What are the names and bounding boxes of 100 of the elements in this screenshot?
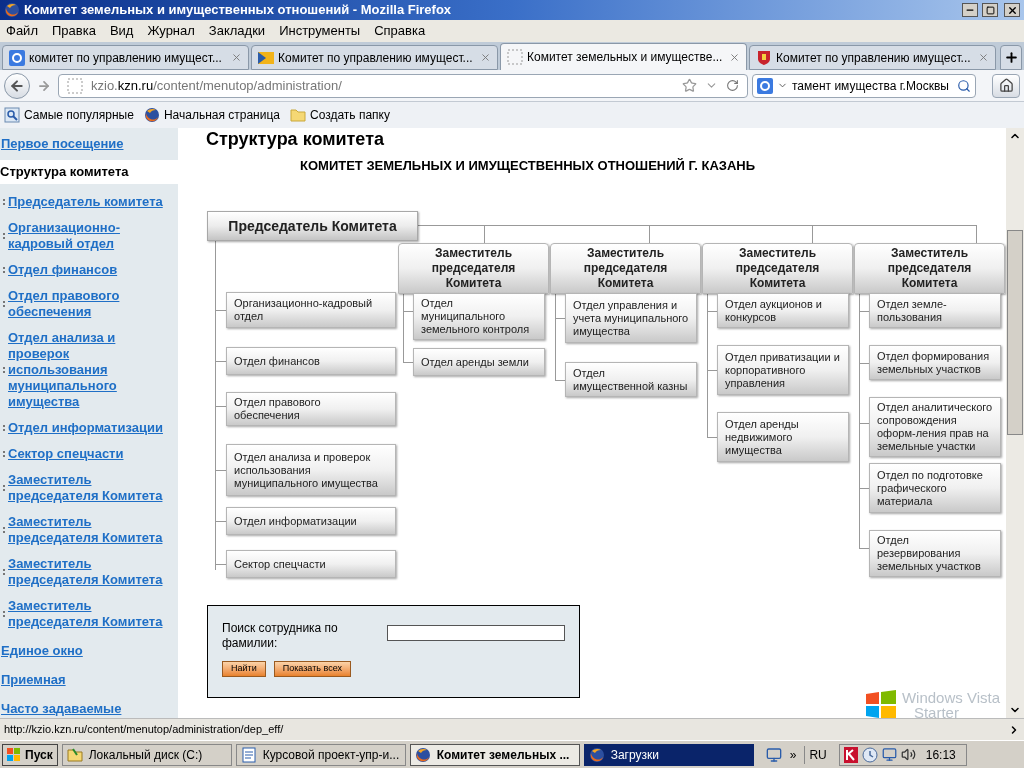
menu-item[interactable]: Справка xyxy=(374,21,426,41)
status-text: http://kzio.kzn.ru/content/menutop/administration/dep_eff/ xyxy=(3,722,285,738)
clock-icon[interactable] xyxy=(861,746,878,763)
browser-tab[interactable]: комитет по управлению имущест... xyxy=(2,45,249,70)
forward-arrow-icon xyxy=(37,78,51,93)
department-box: Отдел финансов xyxy=(226,347,396,375)
reload-icon[interactable] xyxy=(726,79,739,92)
search-button[interactable]: Показать всех xyxy=(273,661,351,677)
sidebar-link[interactable]: Заместитель председателя Комитета xyxy=(8,514,168,546)
sidebar-link[interactable]: Организационно-кадровый отдел xyxy=(8,220,168,252)
taskbar-button[interactable]: Локальный диск (C:) xyxy=(61,743,232,766)
sidebar-link[interactable]: Заместитель председателя Комитета xyxy=(8,472,168,504)
department-box: Отдел аренды недвижимого имущества xyxy=(717,412,849,462)
close-icon xyxy=(1006,4,1018,16)
chart-heading: КОМИТЕТ ЗЕМЕЛЬНЫХ И ИМУЩЕСТВЕННЫХ ОТНОШЕНИЙ Г. КАЗАНЬ xyxy=(300,157,756,175)
folder-icon xyxy=(66,746,83,763)
taskbar-button[interactable]: Комитет земельных ... xyxy=(409,743,580,766)
tab-title: комитет по управлению имущест... xyxy=(29,49,223,67)
desktop-icon[interactable] xyxy=(765,746,782,763)
sidebar-link[interactable]: Отдел анализа и проверок использования муниципального имущества xyxy=(8,330,168,410)
firefox-icon xyxy=(414,746,431,763)
sidebar-link[interactable]: Первое посещение xyxy=(0,136,178,152)
department-box: Организационно-кадровый отдел xyxy=(226,292,396,328)
minimize-button[interactable] xyxy=(962,3,978,17)
sidebar-link[interactable]: Председатель комитета xyxy=(8,194,168,210)
network-icon[interactable] xyxy=(881,747,897,762)
page-icon xyxy=(67,77,83,94)
sidebar-link[interactable]: Единое окно xyxy=(0,643,178,659)
plus-icon xyxy=(1003,50,1019,65)
department-box: Отдел анализа и проверок использования муниципального имущества xyxy=(226,444,396,496)
address-field[interactable]: kzio.kzn.ru/content/menutop/administration/ xyxy=(58,73,748,98)
sidebar-link[interactable]: Отдел правового обеспечения xyxy=(8,288,168,320)
bookmark-item[interactable]: Самые популярные xyxy=(4,106,134,124)
search-button[interactable]: Найти xyxy=(222,661,266,677)
volume-icon[interactable] xyxy=(900,747,916,762)
antivirus-icon[interactable] xyxy=(843,746,858,763)
close-tab-icon[interactable] xyxy=(480,52,491,63)
surname-input[interactable] xyxy=(387,625,565,641)
overflow-chevron[interactable]: » xyxy=(785,745,801,764)
back-button[interactable] xyxy=(4,72,30,99)
search-text: тамент имущества г.Москвы xyxy=(792,77,950,95)
bookmark-star-icon[interactable] xyxy=(682,78,697,93)
menu-item[interactable]: Инструменты xyxy=(279,21,361,41)
language-indicator[interactable]: RU xyxy=(804,745,831,764)
browser-tab[interactable]: Комитет по управлению имущест... xyxy=(749,45,996,70)
windows-logo-icon xyxy=(7,747,21,762)
start-button[interactable]: Пуск xyxy=(2,743,58,766)
department-box: Сектор спецчасти xyxy=(226,550,396,578)
scrollbar[interactable] xyxy=(1006,128,1024,718)
sidebar-link[interactable]: Заместитель председателя Комитета xyxy=(8,556,168,588)
department-box: Отдел формирования земельных участков xyxy=(869,345,1001,380)
sidebar-link[interactable]: Отдел информатизации xyxy=(8,420,168,436)
browser-tab[interactable]: Комитет земельных и имуществе... xyxy=(500,43,747,70)
taskbar-button[interactable]: Загрузки xyxy=(583,743,754,766)
menu-item[interactable]: Журнал xyxy=(147,21,195,41)
bookmark-item[interactable]: Начальная страница xyxy=(143,106,280,124)
sidebar-link[interactable]: Отдел финансов xyxy=(8,262,168,278)
close-tab-icon[interactable] xyxy=(978,52,989,63)
home-button[interactable] xyxy=(992,73,1020,98)
close-button[interactable] xyxy=(1004,3,1020,17)
sidebar-link[interactable]: Приемная xyxy=(0,672,178,688)
maximize-icon xyxy=(985,5,995,15)
firefox-icon xyxy=(4,2,20,18)
browser-tab[interactable]: Комитет по управлению имущест... xyxy=(251,45,498,70)
scroll-thumb[interactable] xyxy=(1007,230,1023,435)
search-icon[interactable] xyxy=(957,78,971,93)
menu-item[interactable]: Вид xyxy=(109,21,134,41)
menu-item[interactable]: Файл xyxy=(6,21,38,41)
tab-title: Комитет по управлению имущест... xyxy=(278,49,474,67)
department-box: Отдел приватизации и корпоративного управления xyxy=(717,345,849,395)
menu-item[interactable]: Правка xyxy=(51,21,96,41)
new-tab-button[interactable] xyxy=(1000,45,1022,70)
department-box: Отдел аналитического сопровождения оформ-ления прав на земельные участки xyxy=(869,397,1001,457)
windows-logo-icon xyxy=(863,688,898,718)
close-tab-icon[interactable] xyxy=(729,51,740,63)
search-field[interactable]: тамент имущества г.Москвы xyxy=(752,73,976,98)
department-box: Отдел аукционов и конкурсов xyxy=(717,293,849,328)
department-box: Отдел резервирования земельных участков xyxy=(869,530,1001,577)
taskbar-button[interactable]: Курсовой проект-упр-и... xyxy=(235,743,406,766)
menu-item[interactable]: Закладки xyxy=(208,21,266,41)
close-tab-icon[interactable] xyxy=(231,52,242,63)
firefox-icon xyxy=(588,746,605,763)
position-box: Заместитель председателя Комитета xyxy=(702,243,853,294)
tab-title: Комитет земельных и имуществе... xyxy=(527,49,724,66)
sidebar-link[interactable]: Сектор спецчасти xyxy=(8,446,168,462)
watermark-text: Windows Vista Starter xyxy=(901,690,1000,718)
bookmark-item[interactable]: Создать папку xyxy=(290,106,390,124)
firefox-icon xyxy=(143,107,160,123)
department-box: Отдел аренды земли xyxy=(413,348,545,376)
position-box: Председатель Комитета xyxy=(207,211,418,241)
department-box: Отдел по подготовке графического материала xyxy=(869,463,1001,513)
department-box: Отдел земле-пользования xyxy=(869,293,1001,328)
home-icon xyxy=(998,78,1014,93)
magnifier-icon xyxy=(4,107,20,123)
sidebar-link[interactable]: Часто задаваемые xyxy=(0,701,178,717)
flag-icon xyxy=(258,49,274,66)
sidebar-link[interactable]: Структура комитета xyxy=(0,160,178,184)
sidebar-link[interactable]: Заместитель председателя Комитета xyxy=(8,598,168,630)
maximize-button[interactable] xyxy=(982,3,998,17)
department-box: Отдел информатизации xyxy=(226,507,396,535)
